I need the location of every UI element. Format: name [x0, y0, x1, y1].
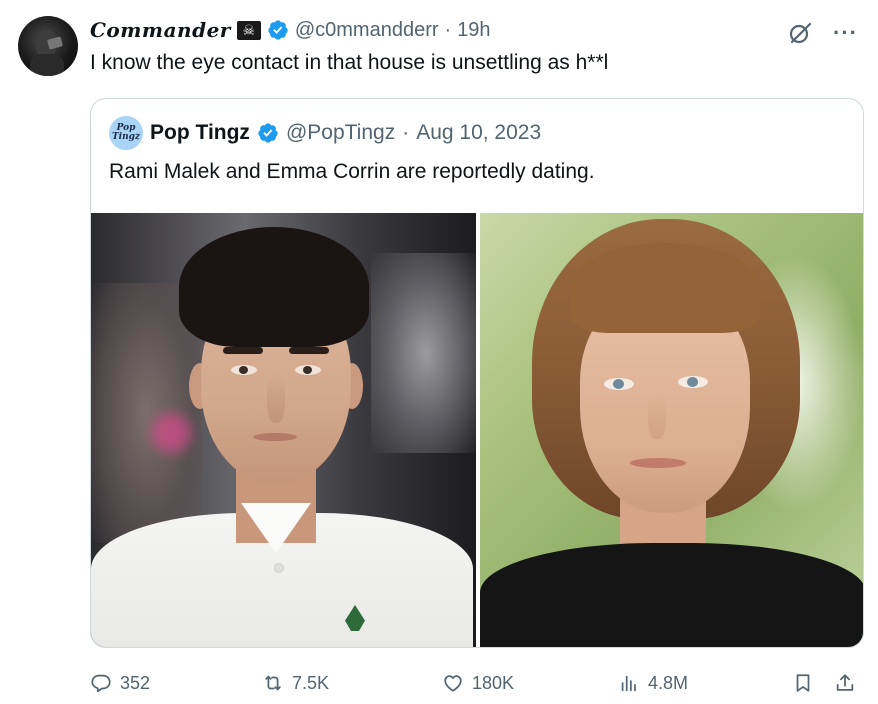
like-icon	[444, 675, 462, 692]
share-button[interactable]	[834, 668, 856, 698]
quote-media	[91, 213, 863, 647]
verified-icon	[268, 20, 288, 40]
repost-count: 7.5K	[292, 672, 330, 693]
bookmark-button[interactable]	[792, 668, 814, 698]
top-right-controls: ···	[787, 20, 858, 46]
photo-rami-malek[interactable]	[91, 213, 476, 647]
action-bar: 352 7.5K 180K 4.8M	[90, 668, 864, 698]
tweet-header: Commander ☠ @c0mmandderr · 19h	[90, 14, 491, 46]
display-name[interactable]: Commander	[90, 18, 231, 42]
repost-icon	[265, 675, 281, 691]
more-icon[interactable]: ···	[833, 22, 858, 44]
bookmark-icon	[796, 674, 810, 692]
timestamp[interactable]: 19h	[457, 19, 490, 42]
grok-icon[interactable]	[787, 20, 813, 46]
quote-date[interactable]: Aug 10, 2023	[416, 121, 541, 145]
quoted-tweet[interactable]: Pop Tingz Pop Tingz @PopTingz · Aug 10, 2…	[90, 98, 864, 648]
handle[interactable]: @c0mmandderr	[295, 19, 439, 42]
repost-button[interactable]: 7.5K	[262, 668, 329, 698]
quote-avatar[interactable]: Pop Tingz	[109, 116, 143, 150]
skull-flag-icon: ☠	[236, 20, 261, 40]
quote-header: Pop Tingz Pop Tingz @PopTingz · Aug 10, 2…	[109, 116, 541, 150]
quote-display-name[interactable]: Pop Tingz	[150, 121, 250, 145]
views-count: 4.8M	[648, 672, 689, 693]
avatar[interactable]	[18, 16, 78, 76]
verified-icon	[258, 123, 278, 143]
separator-dot: ·	[444, 18, 452, 41]
quote-handle[interactable]: @PopTingz	[286, 121, 395, 145]
views-icon	[621, 675, 636, 692]
reply-icon	[91, 674, 111, 693]
quote-text: Rami Malek and Emma Corrin are reportedl…	[109, 160, 595, 183]
views-button[interactable]: 4.8M	[618, 668, 688, 698]
reply-button[interactable]: 352	[90, 668, 150, 698]
reply-count: 352	[120, 672, 151, 693]
like-count: 180K	[472, 672, 515, 693]
tweet-text: I know the eye contact in that house is …	[90, 51, 609, 74]
photo-emma-corrin[interactable]	[480, 213, 863, 647]
tweet: Commander ☠ @c0mmandderr · 19h ··· I kno…	[0, 0, 878, 704]
like-button[interactable]: 180K	[442, 668, 514, 698]
separator-dot: ·	[402, 121, 410, 144]
share-icon	[836, 674, 854, 691]
